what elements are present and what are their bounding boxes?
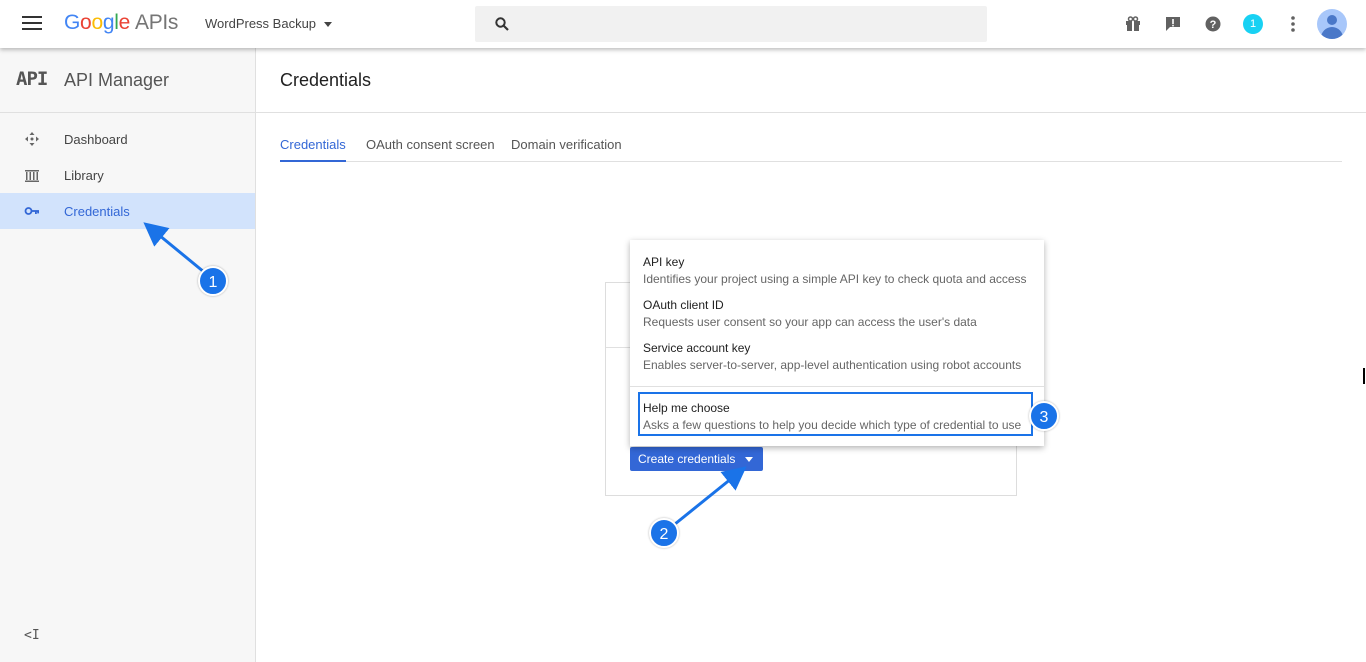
project-selector[interactable]: WordPress Backup	[205, 16, 333, 31]
logo-letter: o	[80, 11, 92, 34]
svg-text:?: ?	[1210, 19, 1217, 31]
chevron-down-icon	[745, 457, 753, 462]
avatar-icon[interactable]	[1317, 9, 1347, 39]
menu-item-service-account-key[interactable]: Service account key Enables server-to-se…	[630, 341, 1044, 377]
main-header: Credentials	[256, 48, 1366, 113]
logo-letter: o	[91, 11, 103, 34]
collapse-sidebar-button[interactable]: <I	[24, 628, 40, 643]
api-logo: API	[16, 68, 48, 90]
menu-item-description: Asks a few questions to help you decide …	[643, 418, 1022, 432]
notification-badge[interactable]: 1	[1243, 14, 1263, 34]
callout-1: 1	[198, 266, 228, 296]
tab-credentials[interactable]: Credentials	[280, 137, 346, 162]
logo-letter: e	[118, 11, 131, 34]
library-icon	[25, 170, 39, 182]
page-title: Credentials	[280, 70, 372, 90]
sidebar-item-credentials[interactable]: Credentials	[0, 193, 255, 229]
key-icon	[24, 207, 39, 215]
feedback-icon[interactable]	[1161, 12, 1185, 36]
top-bar: Google APIs WordPress Backup ? 1	[0, 0, 1366, 48]
search-bar[interactable]	[475, 6, 987, 42]
sidebar-header: API API Manager	[0, 48, 255, 113]
more-vert-icon[interactable]	[1281, 12, 1305, 36]
search-icon	[495, 17, 509, 31]
menu-item-oauth-client-id[interactable]: OAuth client ID Requests user consent so…	[630, 298, 1044, 334]
tab-bar: Credentials OAuth consent screen Domain …	[280, 130, 1342, 162]
menu-divider	[630, 386, 1044, 387]
sidebar: API API Manager Dashboard Library Creden…	[0, 48, 256, 662]
menu-icon[interactable]	[22, 16, 42, 32]
google-apis-logo[interactable]: Google APIs	[64, 11, 178, 35]
sidebar-item-label: Dashboard	[64, 132, 128, 147]
sidebar-item-library[interactable]: Library	[0, 157, 255, 193]
search-input[interactable]	[519, 6, 979, 42]
tab-domain-verification[interactable]: Domain verification	[511, 137, 622, 162]
menu-item-help-me-choose[interactable]: Help me choose Asks a few questions to h…	[630, 401, 1044, 437]
create-credentials-label: Create credentials	[638, 452, 736, 466]
menu-item-description: Requests user consent so your app can ac…	[643, 315, 977, 329]
dashboard-icon	[25, 132, 39, 146]
callout-3: 3	[1029, 401, 1059, 431]
sidebar-item-label: Credentials	[64, 204, 130, 219]
logo-letter: g	[102, 11, 115, 34]
menu-item-description: Identifies your project using a simple A…	[643, 272, 1027, 286]
sidebar-item-dashboard[interactable]: Dashboard	[0, 121, 255, 157]
menu-item-description: Enables server-to-server, app-level auth…	[643, 358, 1022, 372]
gift-icon[interactable]	[1121, 12, 1145, 36]
create-credentials-button[interactable]: Create credentials	[630, 447, 763, 471]
menu-item-title: OAuth client ID	[643, 298, 724, 312]
tab-oauth-consent-screen[interactable]: OAuth consent screen	[366, 137, 495, 162]
chevron-down-icon	[324, 22, 333, 28]
menu-item-title: API key	[643, 255, 685, 269]
logo-apis: APIs	[134, 11, 179, 34]
menu-item-api-key[interactable]: API key Identifies your project using a …	[630, 255, 1044, 291]
text-cursor-icon	[1363, 368, 1365, 384]
help-icon[interactable]: ?	[1201, 12, 1225, 36]
create-credentials-menu: API key Identifies your project using a …	[630, 240, 1044, 446]
sidebar-title: API Manager	[64, 70, 170, 90]
project-name: WordPress Backup	[205, 16, 317, 31]
callout-2: 2	[649, 518, 679, 548]
menu-item-title: Service account key	[643, 341, 751, 355]
menu-item-title: Help me choose	[643, 401, 730, 415]
logo-letter: G	[64, 11, 81, 34]
sidebar-item-label: Library	[64, 168, 104, 183]
